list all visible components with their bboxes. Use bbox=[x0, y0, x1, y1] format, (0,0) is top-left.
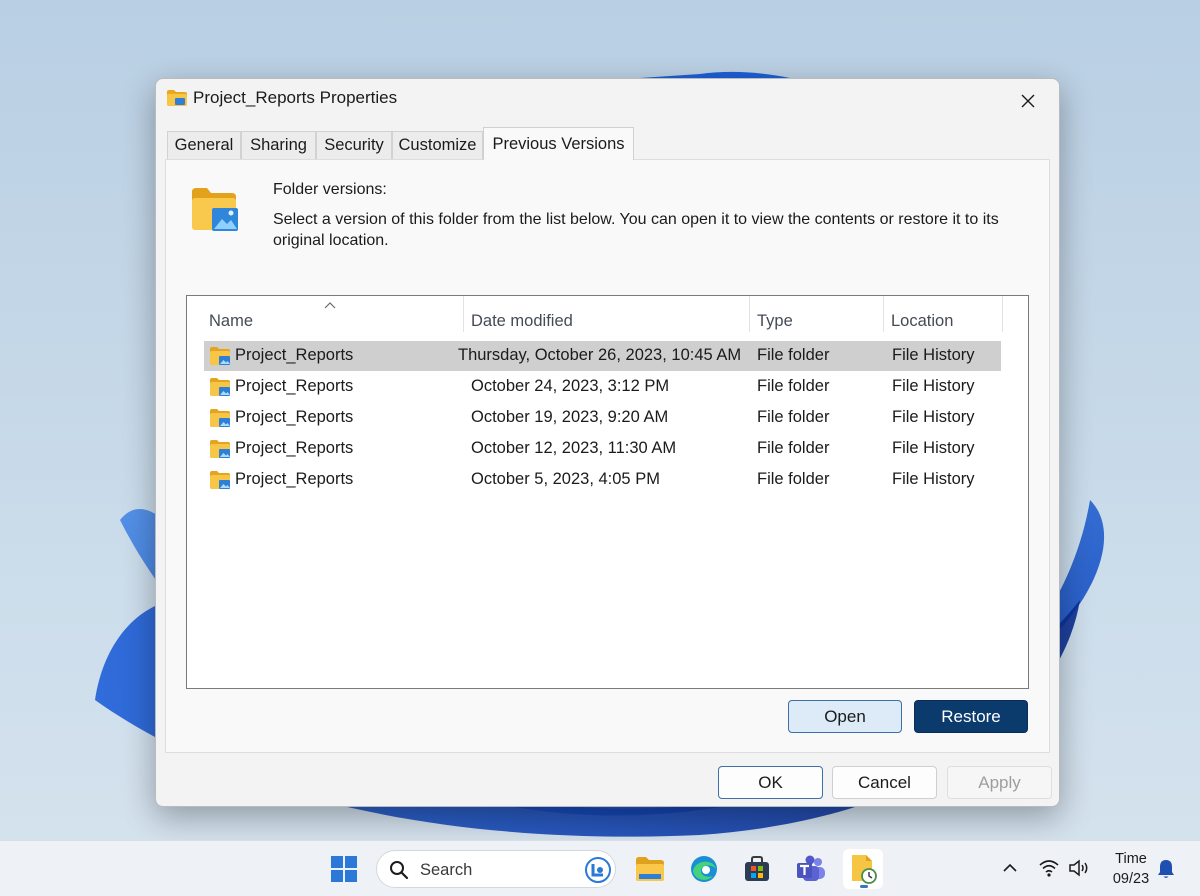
dialog-titlebar[interactable]: Project_Reports Properties bbox=[156, 79, 1059, 119]
file-explorer-icon bbox=[636, 857, 664, 881]
edge-icon bbox=[691, 856, 717, 882]
version-date: October 12, 2023, 11:30 AM bbox=[471, 439, 677, 457]
version-date: October 5, 2023, 4:05 PM bbox=[471, 470, 660, 488]
network-status[interactable] bbox=[1037, 857, 1061, 879]
tab-security[interactable]: Security bbox=[316, 131, 392, 159]
version-date: October 19, 2023, 9:20 AM bbox=[471, 408, 669, 426]
tab-general[interactable]: General bbox=[167, 131, 241, 159]
taskbar: Search Time 09/23 bbox=[0, 840, 1200, 896]
version-type: File folder bbox=[757, 346, 830, 364]
wifi-icon bbox=[1039, 860, 1059, 877]
folder-icon bbox=[166, 89, 188, 107]
column-header-location[interactable]: Location bbox=[883, 304, 1003, 338]
version-location: File History bbox=[892, 346, 975, 364]
windows-start-icon bbox=[331, 856, 357, 882]
start-button[interactable] bbox=[324, 849, 364, 889]
folder-icon bbox=[209, 408, 231, 428]
close-icon bbox=[1021, 94, 1035, 108]
active-app-indicator bbox=[860, 885, 868, 888]
column-divider[interactable] bbox=[1002, 296, 1003, 332]
taskbar-teams[interactable] bbox=[791, 849, 831, 889]
open-button[interactable]: Open bbox=[788, 700, 902, 733]
column-header-name[interactable]: Name bbox=[201, 304, 463, 338]
volume-control[interactable] bbox=[1067, 857, 1091, 879]
search-icon bbox=[390, 861, 409, 880]
close-button[interactable] bbox=[1005, 83, 1051, 119]
version-type: File folder bbox=[757, 439, 830, 457]
sort-up-icon bbox=[324, 296, 336, 309]
version-name: Project_Reports bbox=[235, 408, 354, 426]
store-icon bbox=[745, 856, 769, 881]
notifications-button[interactable] bbox=[1155, 857, 1177, 881]
folder-icon bbox=[209, 470, 231, 490]
version-location: File History bbox=[892, 439, 975, 457]
chevron-up-icon bbox=[1003, 863, 1017, 872]
folder-icon bbox=[209, 377, 231, 397]
version-date: October 24, 2023, 3:12 PM bbox=[471, 377, 670, 395]
properties-dialog: Project_Reports Properties General Shari… bbox=[155, 78, 1060, 807]
version-name: Project_Reports bbox=[235, 470, 354, 488]
versions-heading: Folder versions: bbox=[273, 181, 387, 198]
column-header-type[interactable]: Type bbox=[749, 304, 883, 338]
folder-icon bbox=[209, 346, 231, 366]
version-name: Project_Reports bbox=[235, 346, 354, 364]
version-row[interactable]: Project_Reports October 24, 2023, 3:12 P… bbox=[204, 372, 1001, 402]
version-row[interactable]: Project_Reports October 12, 2023, 11:30 … bbox=[204, 434, 1001, 464]
taskbar-clock[interactable]: Time 09/23 bbox=[1104, 849, 1158, 889]
version-location: File History bbox=[892, 408, 975, 426]
version-row[interactable]: Project_Reports Thursday, October 26, 20… bbox=[204, 341, 1001, 371]
ok-button[interactable]: OK bbox=[718, 766, 823, 799]
cancel-button[interactable]: Cancel bbox=[832, 766, 937, 799]
apply-button[interactable]: Apply bbox=[947, 766, 1052, 799]
restore-button[interactable]: Restore bbox=[914, 700, 1028, 733]
version-type: File folder bbox=[757, 470, 830, 488]
version-name: Project_Reports bbox=[235, 439, 354, 457]
teams-icon bbox=[797, 855, 825, 881]
file-history-icon bbox=[852, 855, 877, 884]
copilot-icon[interactable] bbox=[584, 856, 612, 884]
version-type: File folder bbox=[757, 408, 830, 426]
taskbar-store[interactable] bbox=[737, 849, 777, 889]
bell-icon bbox=[1158, 860, 1174, 878]
version-name: Project_Reports bbox=[235, 377, 354, 395]
version-type: File folder bbox=[757, 377, 830, 395]
tab-sharing[interactable]: Sharing bbox=[241, 131, 316, 159]
version-date: Thursday, October 26, 2023, 10:45 AM bbox=[458, 346, 742, 364]
dialog-title: Project_Reports Properties bbox=[193, 88, 398, 107]
taskbar-edge[interactable] bbox=[684, 849, 724, 889]
taskbar-search[interactable]: Search bbox=[376, 850, 616, 888]
versions-description: Select a version of this folder from the… bbox=[273, 211, 999, 249]
taskbar-file-explorer[interactable] bbox=[630, 849, 670, 889]
version-location: File History bbox=[892, 377, 975, 395]
versions-list[interactable]: Name Date modified Type Location Project… bbox=[186, 295, 1029, 689]
tab-previous-versions[interactable]: Previous Versions bbox=[483, 127, 634, 160]
version-row[interactable]: Project_Reports October 5, 2023, 4:05 PM… bbox=[204, 465, 1001, 495]
version-location: File History bbox=[892, 470, 975, 488]
column-header-date[interactable]: Date modified bbox=[463, 304, 749, 338]
clock-date: 09/23 bbox=[1112, 871, 1150, 887]
search-label: Search bbox=[420, 861, 473, 879]
folder-icon bbox=[190, 186, 240, 234]
volume-icon bbox=[1069, 859, 1088, 877]
show-hidden-icons[interactable] bbox=[1001, 857, 1019, 879]
folder-icon bbox=[209, 439, 231, 459]
version-row[interactable]: Project_Reports October 19, 2023, 9:20 A… bbox=[204, 403, 1001, 433]
tab-customize[interactable]: Customize bbox=[392, 131, 483, 159]
taskbar-file-history[interactable] bbox=[843, 849, 883, 889]
clock-time: Time bbox=[1115, 851, 1147, 867]
